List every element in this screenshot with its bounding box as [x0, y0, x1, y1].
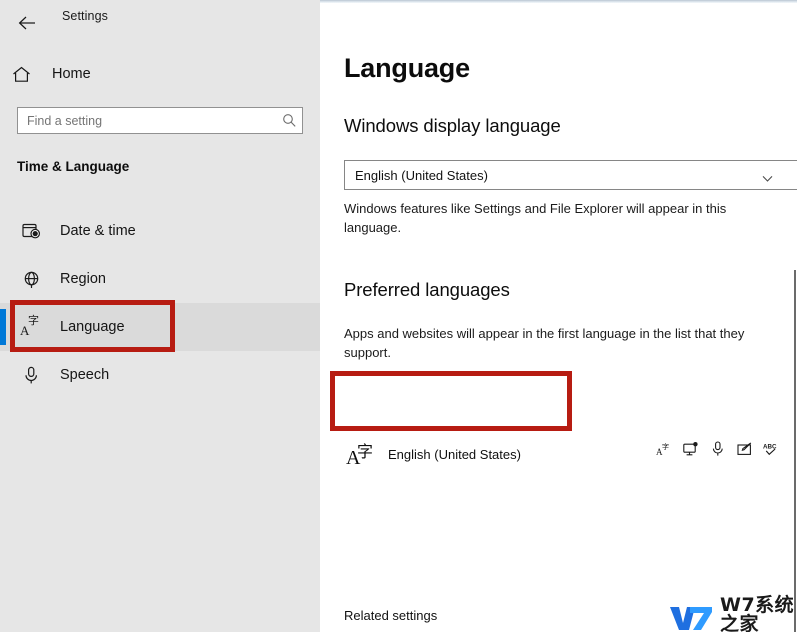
svg-text:字: 字	[662, 442, 669, 451]
preferred-languages-heading: Preferred languages	[344, 279, 510, 300]
watermark-brand: W7系统之家	[720, 594, 795, 632]
sidebar-item-date-time-label: Date & time	[60, 223, 136, 239]
add-a-language-label: Add a language	[396, 379, 488, 394]
calendar-clock-icon	[16, 222, 46, 240]
app-title: Settings	[62, 9, 108, 23]
home-icon	[12, 66, 48, 83]
list-item[interactable]: A字 English (United States) A 字 ABC	[344, 436, 780, 472]
sidebar-item-home-label: Home	[52, 66, 91, 82]
watermark: W7系统之家 www.w7xitong.com	[668, 596, 797, 632]
handwriting-icon	[736, 440, 753, 458]
sidebar-item-date-time[interactable]: Date & time	[0, 207, 320, 255]
microphone-icon	[16, 366, 46, 385]
page-title: Language	[344, 53, 470, 83]
back-button[interactable]	[10, 6, 46, 40]
sidebar-item-language-label: Language	[60, 319, 125, 335]
speech-icon	[709, 440, 726, 458]
sidebar-item-speech[interactable]: Speech	[0, 351, 320, 399]
display-language-heading: Windows display language	[344, 115, 561, 136]
main-content: Language Windows display language Englis…	[320, 3, 797, 632]
back-arrow-icon	[18, 15, 38, 31]
language-icon: A字	[20, 315, 39, 338]
settings-window: Settings Home Time & Language	[0, 0, 797, 632]
vertical-scrollbar[interactable]	[794, 270, 796, 632]
sidebar-item-language[interactable]: A字 Language	[0, 303, 320, 351]
display-language-dropdown[interactable]: English (United States)	[344, 160, 797, 190]
plus-icon	[344, 382, 380, 418]
sidebar-item-speech-label: Speech	[60, 367, 110, 383]
add-a-language-button[interactable]: Add a language	[344, 374, 558, 426]
search-icon[interactable]	[276, 113, 302, 128]
globe-icon	[16, 270, 46, 289]
sidebar-nav: Date & time Region A字 Language Speech	[0, 207, 320, 399]
language-pack-icon: A 字	[655, 440, 672, 458]
sidebar-item-region[interactable]: Region	[0, 255, 320, 303]
sidebar-item-home[interactable]: Home	[0, 59, 300, 89]
search-input[interactable]	[18, 113, 276, 128]
sidebar-section-title: Time & Language	[17, 159, 130, 174]
spellcheck-icon: ABC	[763, 440, 780, 458]
related-settings-label: Related settings	[344, 608, 438, 623]
preferred-languages-description: Apps and websites will appear in the fir…	[344, 326, 745, 360]
sidebar-item-region-label: Region	[60, 271, 106, 287]
language-feature-icons: A 字 ABC	[655, 440, 780, 458]
display-language-description: Windows features like Settings and File …	[344, 201, 727, 235]
display-language-icon	[682, 440, 699, 458]
search-box[interactable]	[17, 107, 303, 134]
sidebar: Settings Home Time & Language	[0, 0, 320, 632]
selected-accent-bar	[0, 309, 6, 345]
display-language-value: English (United States)	[355, 167, 488, 183]
w7-logo-icon	[668, 603, 714, 632]
installed-language-label: English (United States)	[388, 446, 521, 462]
language-icon: A字	[346, 444, 374, 469]
titlebar: Settings	[0, 0, 320, 46]
chevron-down-icon	[762, 170, 773, 188]
